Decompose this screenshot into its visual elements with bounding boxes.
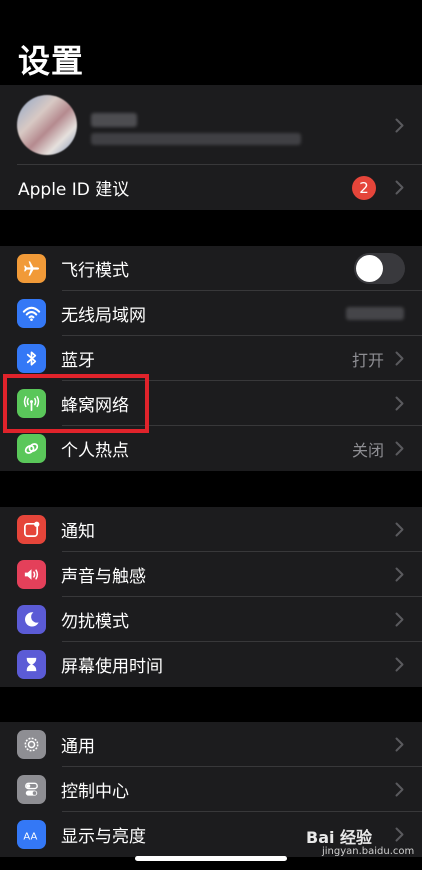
moon-icon [17, 605, 46, 634]
chevron-right-icon [395, 827, 404, 842]
settings-row-label: 通用 [61, 737, 95, 757]
switches-icon [17, 775, 46, 804]
text-size-icon: AA [17, 820, 46, 849]
home-indicator[interactable] [135, 856, 287, 861]
profile-name-blurred [91, 113, 137, 127]
wifi-icon [17, 299, 46, 328]
chevron-right-icon [395, 180, 404, 195]
settings-row-airplane[interactable]: 飞行模式 [0, 246, 422, 291]
chevron-right-icon [395, 351, 404, 366]
chevron-right-icon [395, 396, 404, 411]
hourglass-icon [17, 650, 46, 679]
notifications-group: 通知 声音与触感 勿扰模式 屏幕使用时间 [0, 507, 422, 687]
airplane-mode-toggle[interactable] [354, 253, 405, 284]
settings-row-screentime[interactable]: 屏幕使用时间 [0, 642, 422, 687]
chevron-right-icon [395, 612, 404, 627]
gear-icon [17, 730, 46, 759]
settings-row-notifications[interactable]: 通知 [0, 507, 422, 552]
apple-id-suggestions-label: Apple ID 建议 [18, 180, 130, 200]
settings-row-value: 打开 [351, 350, 384, 370]
airplane-icon [17, 254, 46, 283]
settings-row-label: 控制中心 [61, 782, 129, 802]
chevron-right-icon [395, 782, 404, 797]
settings-row-label: 通知 [61, 522, 95, 542]
settings-row-wifi[interactable]: 无线局域网 [0, 291, 422, 336]
settings-row-label: 屏幕使用时间 [61, 657, 163, 677]
apple-id-suggestions-row[interactable]: Apple ID 建议 2 [0, 165, 422, 210]
settings-row-label: 声音与触感 [61, 567, 146, 587]
settings-row-control-center[interactable]: 控制中心 [0, 767, 422, 812]
settings-row-label: 飞行模式 [61, 261, 129, 281]
settings-row-label: 显示与亮度 [61, 827, 146, 847]
profile-row[interactable] [0, 85, 422, 165]
connectivity-group: 飞行模式 无线局域网 蓝牙 打开 蜂窝网络 个人热点 关闭 [0, 246, 422, 471]
notification-badge: 2 [352, 176, 376, 200]
settings-row-general[interactable]: 通用 [0, 722, 422, 767]
settings-row-dnd[interactable]: 勿扰模式 [0, 597, 422, 642]
page-title: 设置 [18, 42, 85, 80]
chevron-right-icon [395, 441, 404, 456]
hotspot-link-icon [17, 434, 46, 463]
settings-row-label: 勿扰模式 [61, 612, 129, 632]
profile-subtitle-blurred [91, 133, 301, 145]
watermark-logo: Bai 经验 [306, 828, 373, 847]
account-group: Apple ID 建议 2 [0, 85, 422, 210]
watermark-url: jingyan.baidu.com [322, 846, 415, 857]
settings-row-label: 蓝牙 [61, 351, 95, 371]
chevron-right-icon [395, 118, 404, 133]
bluetooth-icon [17, 344, 46, 373]
chevron-right-icon [395, 657, 404, 672]
notification-icon [17, 515, 46, 544]
settings-row-sounds[interactable]: 声音与触感 [0, 552, 422, 597]
chevron-right-icon [395, 737, 404, 752]
settings-row-label: 无线局域网 [61, 306, 146, 326]
avatar [17, 95, 77, 155]
settings-row-value: 关闭 [351, 440, 384, 460]
chevron-right-icon [395, 522, 404, 537]
chevron-right-icon [395, 567, 404, 582]
wifi-network-blurred [346, 307, 404, 320]
highlight-box [3, 374, 149, 433]
svg-text:AA: AA [23, 831, 37, 842]
settings-row-label: 个人热点 [61, 441, 129, 461]
speaker-icon [17, 560, 46, 589]
